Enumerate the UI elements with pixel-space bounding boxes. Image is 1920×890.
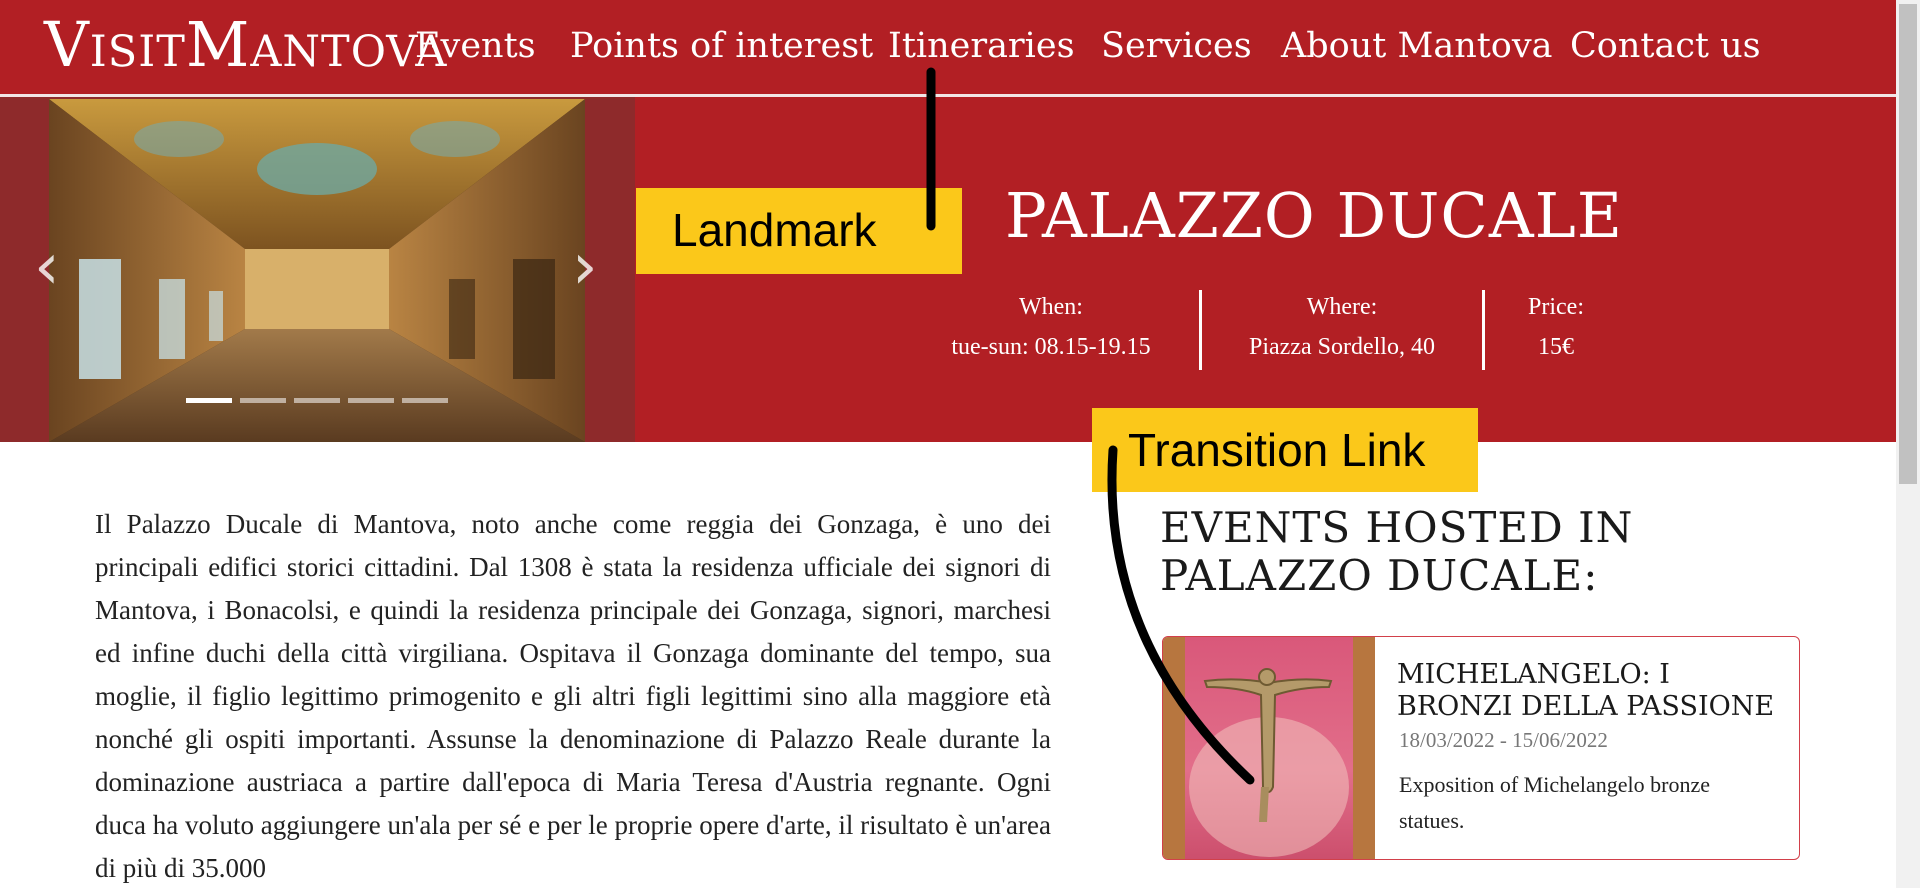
site-logo[interactable]: VisitMantova xyxy=(44,10,447,80)
info-when: When: tue-sun: 08.15-19.15 xyxy=(926,287,1176,367)
carousel-image xyxy=(49,99,585,442)
info-when-value: tue-sun: 08.15-19.15 xyxy=(951,334,1151,360)
nav-item-itineraries[interactable]: Itineraries xyxy=(888,24,1075,68)
carousel-indicator[interactable] xyxy=(186,398,232,403)
info-price-label: Price: xyxy=(1528,294,1584,320)
crucifix-image xyxy=(1163,637,1375,859)
info-when-label: When: xyxy=(1019,294,1083,320)
carousel-indicator[interactable] xyxy=(294,398,340,403)
carousel-indicator[interactable] xyxy=(240,398,286,403)
event-card[interactable]: MICHELANGELO: I BRONZI DELLA PASSIONE 18… xyxy=(1162,636,1800,860)
info-where-label: Where: xyxy=(1306,294,1378,320)
event-image xyxy=(1163,637,1375,859)
scrollbar[interactable] xyxy=(1896,0,1920,888)
event-description: Exposition of Michelangelo bronze statue… xyxy=(1399,772,1710,833)
nav-item-services[interactable]: Services xyxy=(1101,24,1252,68)
info-divider xyxy=(1199,290,1202,370)
landmark-annotation: Landmark xyxy=(636,188,962,274)
carousel-indicator[interactable] xyxy=(348,398,394,403)
carousel-next-arrow[interactable]: › xyxy=(572,235,598,299)
carousel-indicator[interactable] xyxy=(402,398,448,403)
info-where: Where: Piazza Sordello, 40 xyxy=(1212,287,1472,367)
description-text: Il Palazzo Ducale di Mantova, noto anche… xyxy=(95,509,1051,883)
event-date: 18/03/2022 - 15/06/2022 xyxy=(1399,728,1608,752)
info-divider xyxy=(1482,290,1485,370)
carousel-prev-arrow[interactable]: ‹ xyxy=(34,235,60,299)
carousel-indicators xyxy=(186,398,448,403)
nav-item-contact-us[interactable]: Contact us xyxy=(1570,24,1761,68)
info-price: Price: 15€ xyxy=(1496,287,1616,367)
nav-item-about-mantova[interactable]: About Mantova xyxy=(1281,24,1553,68)
image-carousel: ‹ › xyxy=(0,97,635,442)
navbar: VisitMantova Events Points of interest I… xyxy=(0,0,1896,97)
scrollbar-thumb[interactable] xyxy=(1899,4,1917,484)
info-where-value: Piazza Sordello, 40 xyxy=(1249,334,1435,360)
hall-of-mirrors-image xyxy=(49,99,585,442)
nav-item-events[interactable]: Events xyxy=(415,24,536,68)
event-title[interactable]: MICHELANGELO: I BRONZI DELLA PASSIONE xyxy=(1397,659,1777,723)
info-price-value: 15€ xyxy=(1538,334,1574,360)
nav-item-points-of-interest[interactable]: Points of interest xyxy=(570,24,873,68)
page-title: PALAZZO DUCALE xyxy=(1005,178,1624,252)
transition-link-annotation: Transition Link xyxy=(1092,408,1478,492)
events-heading: EVENTS HOSTED IN PALAZZO DUCALE: xyxy=(1160,503,1634,600)
